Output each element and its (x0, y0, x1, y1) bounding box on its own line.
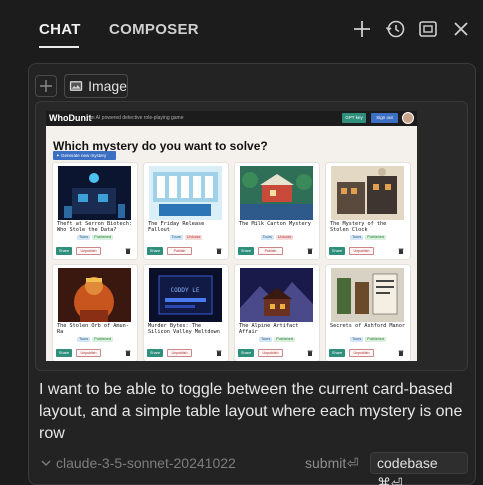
publish-toggle-button: Unpublish (76, 247, 101, 255)
card-title: The Milk Carton Mystery (239, 221, 311, 227)
submit-button[interactable]: submit (305, 455, 346, 471)
mystery-card: CODDY LE Murder Bytes: The Silicon Valle… (144, 265, 228, 361)
status-badge: Published (365, 235, 386, 240)
card-thumbnail (240, 268, 313, 322)
mystery-card: The Mystery of the Stolen Clock Tours Pub… (326, 163, 410, 259)
share-button: Share (56, 349, 72, 357)
codebase-button[interactable]: codebase ⌘⏎ (370, 452, 468, 485)
card-title: Theft at Serron Biotech: Who Stole the D… (57, 221, 132, 233)
trash-icon (398, 248, 404, 254)
neon-sign-text: CODDY LE (171, 287, 200, 294)
card-title: The Stolen Orb of Amun-Ra (57, 323, 129, 335)
card-title: The Mystery of the Stolen Clock (330, 221, 387, 233)
trash-icon (307, 350, 313, 356)
chevron-down-icon[interactable] (40, 458, 52, 468)
card-thumbnail (331, 268, 404, 322)
trash-icon (307, 248, 313, 254)
chat-input-footer: claude-3-5-sonnet-20241022 submit ⏎ code… (0, 452, 483, 485)
card-badges: Tours Published (326, 235, 410, 240)
share-button: Share (147, 349, 163, 357)
publish-toggle-button: Publish (258, 247, 283, 255)
generate-mystery-button: ✦ Generate new mystery (53, 151, 116, 160)
tours-badge: Tours (350, 337, 364, 342)
mystery-card: The Alpine Artifact Affair Tours Publishe… (235, 265, 319, 361)
tours-badge: Tours (350, 235, 364, 240)
plus-icon[interactable] (351, 18, 373, 40)
mystery-card: The Stolen Orb of Amun-Ra Tours Published… (53, 265, 137, 361)
publish-toggle-button: Unpublish (167, 349, 192, 357)
sign-out-button: Sign out (371, 113, 398, 123)
publish-toggle-button: Unpublish (258, 349, 283, 357)
mystery-card: The Milk Carton Mystery Tours Unlocks Sha… (235, 163, 319, 259)
attached-screenshot[interactable]: WhoDunit an AI powered detective role-pl… (46, 111, 417, 361)
status-badge: Unlocks (275, 235, 294, 240)
card-title: The Friday Release Fallout (148, 221, 205, 233)
card-title: Secrets of Ashford Manor (330, 323, 405, 329)
trash-icon (216, 248, 222, 254)
trash-icon (216, 350, 222, 356)
mystery-card: Theft at Serron Biotech: Who Stole the D… (53, 163, 137, 259)
close-icon[interactable] (450, 18, 472, 40)
model-selector[interactable]: claude-3-5-sonnet-20241022 (56, 455, 236, 471)
panel-header: CHAT COMPOSER (0, 0, 483, 60)
share-button: Share (238, 349, 254, 357)
plus-icon (40, 80, 52, 92)
status-badge: Published (274, 337, 295, 342)
card-thumbnail (240, 166, 313, 220)
app-title: WhoDunit (49, 113, 92, 123)
card-title: The Alpine Artifact Affair (239, 323, 299, 335)
mystery-card: Secrets of Ashford Manor Tours Published … (326, 265, 410, 361)
app-tagline: an AI powered detective role-playing gam… (89, 115, 184, 121)
app-navbar: WhoDunit an AI powered detective role-pl… (46, 111, 417, 126)
mystery-card: The Friday Release Fallout Tours Unlocks … (144, 163, 228, 259)
active-tab-indicator (39, 46, 79, 48)
trash-icon (398, 350, 404, 356)
card-badges: Tours Unlocks (144, 235, 228, 240)
trash-icon (125, 248, 131, 254)
publish-toggle-button: Unpublish (349, 349, 374, 357)
image-icon (69, 81, 83, 91)
trash-icon (125, 350, 131, 356)
status-badge: Published (92, 235, 113, 240)
share-button: Share (329, 247, 345, 255)
card-badges: Tours Published (53, 235, 137, 240)
avatar (402, 112, 414, 124)
share-button: Share (56, 247, 72, 255)
add-context-button[interactable] (35, 75, 57, 97)
maximize-icon[interactable] (417, 18, 439, 40)
card-thumbnail (58, 268, 131, 322)
gpt-key-button: GPT key (342, 113, 366, 123)
tours-badge: Tours (260, 235, 274, 240)
publish-toggle-button: Unpublish (349, 247, 374, 255)
tours-badge: Tours (77, 235, 91, 240)
enter-key-icon: ⏎ (347, 455, 359, 471)
share-button: Share (238, 247, 254, 255)
card-thumbnail: CODDY LE (149, 268, 222, 322)
tours-badge: Tours (259, 337, 273, 342)
status-badge: Published (365, 337, 386, 342)
card-thumbnail (149, 166, 222, 220)
card-thumbnail (58, 166, 131, 220)
image-attachment-chip[interactable]: Image (64, 74, 128, 98)
publish-toggle-button: Publish (167, 247, 192, 255)
tours-badge: Tours (77, 337, 91, 342)
card-thumbnail (331, 166, 404, 220)
status-badge: Unlocks (184, 235, 203, 240)
tab-chat[interactable]: CHAT (39, 21, 81, 38)
share-button: Share (329, 349, 345, 357)
card-title: Murder Bytes: The Silicon Valley Meltdow… (148, 323, 220, 335)
tours-badge: Tours (169, 235, 183, 240)
card-badges: Tours Unlocks (235, 235, 319, 240)
card-badges: Tours Published (53, 337, 137, 342)
publish-toggle-button: Unpublish (76, 349, 101, 357)
image-chip-label: Image (88, 78, 127, 94)
status-badge: Published (92, 337, 113, 342)
card-badges: Tours Published (326, 337, 410, 342)
card-badges: Tours Published (235, 337, 319, 342)
tab-composer[interactable]: COMPOSER (109, 21, 199, 38)
history-icon[interactable] (384, 18, 406, 40)
chat-input-text[interactable]: I want to be able to toggle between the … (39, 379, 467, 445)
share-button: Share (147, 247, 163, 255)
